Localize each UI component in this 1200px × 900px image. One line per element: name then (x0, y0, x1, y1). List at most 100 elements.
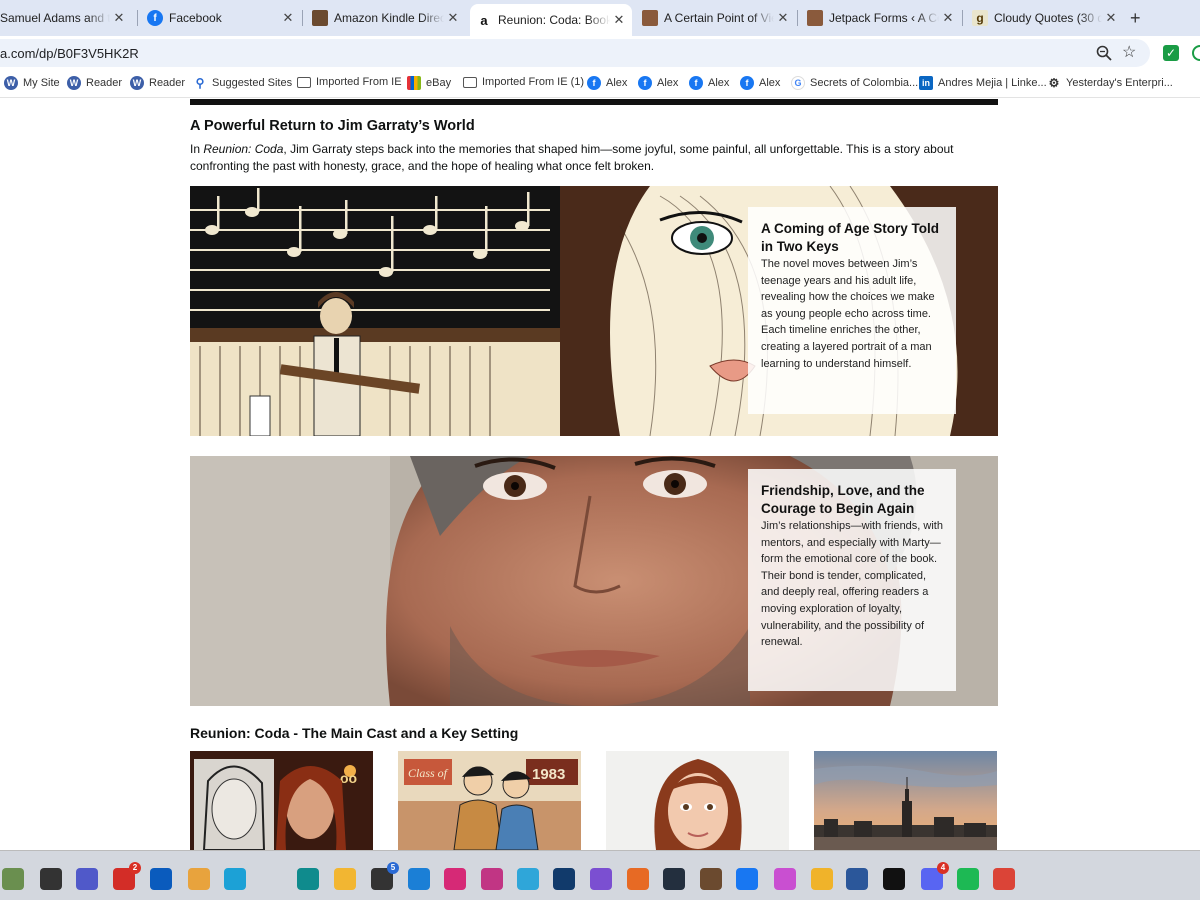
goodreads-icon: g (972, 10, 988, 26)
tab-cloudy-quotes[interactable]: g Cloudy Quotes (30 quo ✕ (966, 4, 1124, 32)
cast-image-class-of-1983: Class of 1983 (398, 751, 581, 850)
sp-icon[interactable] (883, 868, 905, 890)
widgets-icon[interactable] (2, 868, 24, 890)
bookmark-label: Reader (149, 77, 186, 89)
bookmark-ebay[interactable]: eBay (407, 76, 451, 90)
bookmark-imported-from-ie-1[interactable]: Imported From IE (1) (463, 76, 584, 88)
facebook-icon: f (147, 10, 163, 26)
cast-card-girl[interactable] (606, 751, 789, 850)
store-icon[interactable] (150, 868, 172, 890)
bookmark-imported-from-ie[interactable]: Imported From IE (297, 76, 402, 88)
file-explorer-icon[interactable] (334, 868, 356, 890)
bookmark-alex-2[interactable]: f Alex (638, 76, 678, 90)
banner1-body: The novel moves between Jim’s teenage ye… (761, 258, 935, 370)
facebook-icon[interactable] (736, 868, 758, 890)
wordpress-icon: W (67, 76, 81, 90)
tab-title: A Certain Point of View (664, 11, 774, 25)
tab-close-icon[interactable]: ✕ (1102, 10, 1120, 26)
extension-icon[interactable] (1192, 45, 1200, 61)
ebay-icon (407, 76, 421, 90)
kobo-icon[interactable] (517, 868, 539, 890)
windows-taskbar: 2 5 4 (0, 850, 1200, 900)
cast-image-women: oo (190, 751, 373, 850)
tab-kdp[interactable]: Amazon Kindle Direct P ✕ (306, 4, 466, 32)
tab-samuel-adams[interactable]: Samuel Adams and the ✕ (0, 4, 132, 32)
notification-badge: 4 (937, 862, 949, 874)
tab-separator (962, 10, 963, 26)
tab-title: Reunion: Coda: Book 2 (498, 13, 610, 27)
notification-badge: 2 (129, 862, 141, 874)
task-view-icon[interactable] (40, 868, 62, 890)
tab-close-icon[interactable]: ✕ (110, 10, 128, 26)
bookmark-reader-2[interactable]: W Reader (130, 76, 185, 90)
instagram-icon[interactable] (444, 868, 466, 890)
tab-facebook[interactable]: f Facebook ✕ (141, 4, 301, 32)
instagram-icon[interactable] (481, 868, 503, 890)
tab-close-icon[interactable]: ✕ (444, 10, 462, 26)
kdp-icon[interactable] (700, 868, 722, 890)
tab-close-icon[interactable]: ✕ (774, 10, 792, 26)
address-bar[interactable]: a.com/dp/B0F3V5HK2R ☆ (0, 39, 1150, 67)
cast-heading: Reunion: Coda - The Main Cast and a Key … (190, 725, 519, 741)
cast-card-city[interactable] (814, 751, 997, 850)
cast-card-text: Class of (408, 766, 449, 780)
tab-title: Amazon Kindle Direct P (334, 11, 444, 25)
cast-card-women[interactable]: oo (190, 751, 373, 850)
bookmark-suggested-sites[interactable]: ⚲ Suggested Sites (193, 76, 293, 90)
notification-badge: 5 (387, 862, 399, 874)
bookmark-star-icon[interactable]: ☆ (1122, 42, 1136, 62)
new-tab-button[interactable]: + (1130, 8, 1141, 29)
bookmark-my-site[interactable]: W My Site (4, 76, 60, 90)
zoom-icon[interactable] (1095, 44, 1113, 62)
alexa-icon[interactable] (224, 868, 246, 890)
discord-icon[interactable]: 4 (921, 862, 949, 890)
wordpress-icon: W (130, 76, 144, 90)
tab-certain-point-of-view[interactable]: A Certain Point of View ✕ (636, 4, 796, 32)
amazon-app-icon[interactable] (297, 868, 319, 890)
bookmark-alex-3[interactable]: f Alex (689, 76, 729, 90)
bookmark-secrets-of-colombia[interactable]: G Secrets of Colombia... (791, 76, 918, 90)
cast-card-text: 1983 (532, 766, 565, 783)
tab-title: Samuel Adams and the (0, 11, 110, 25)
tab-close-icon[interactable]: ✕ (939, 10, 957, 26)
bookmark-linkedin[interactable]: in Andres Mejia | Linke... (919, 76, 1047, 90)
folder-icon (297, 76, 311, 88)
spotify-icon[interactable] (957, 868, 979, 890)
edge-icon[interactable] (408, 868, 430, 890)
url-text[interactable]: a.com/dp/B0F3V5HK2R (0, 46, 139, 61)
bookmark-label: Alex (759, 77, 781, 89)
edge-canary-icon[interactable] (188, 868, 210, 890)
folder-icon (463, 76, 477, 88)
kindle-previewer-icon[interactable]: 5 (371, 862, 399, 890)
disney-plus-icon[interactable] (553, 868, 575, 890)
linkedin-icon: in (919, 76, 933, 90)
tab-separator (302, 10, 303, 26)
extension-check-icon[interactable]: ✓ (1163, 45, 1179, 61)
tab-reunion-coda[interactable]: a Reunion: Coda: Book 2 ✕ (470, 4, 632, 36)
lastpass-icon[interactable]: 2 (113, 862, 141, 890)
bookmark-label: My Site (23, 77, 60, 89)
product-page: A Powerful Return to Jim Garraty’s World… (0, 99, 1200, 850)
bookmarks-bar: W My Site W Reader W Reader ⚲ Suggested Site… (0, 70, 1200, 98)
edge-dev-icon[interactable] (811, 868, 833, 890)
bookmark-label: Alex (657, 77, 679, 89)
book-icon (642, 10, 658, 26)
firefox-icon[interactable] (627, 868, 649, 890)
chrome-icon[interactable] (993, 868, 1015, 890)
cast-card-boys[interactable]: Class of 1983 (398, 751, 581, 850)
tab-jetpack-forms[interactable]: Jetpack Forms ‹ A Certa ✕ (801, 4, 961, 32)
tab-close-icon[interactable]: ✕ (279, 10, 297, 26)
teams-icon[interactable] (76, 868, 98, 890)
amazon-icon[interactable] (663, 868, 685, 890)
copilot-app-icon[interactable] (774, 868, 796, 890)
tab-close-icon[interactable]: ✕ (610, 12, 628, 28)
bookmark-yesterdays-enterprise[interactable]: ⚙ Yesterday's Enterpri... (1047, 76, 1173, 90)
bookmark-reader[interactable]: W Reader (67, 76, 122, 90)
intro-paragraph: In Reunion: Coda, Jim Garraty steps back… (190, 141, 980, 175)
word-icon[interactable] (846, 868, 868, 890)
book-icon (807, 10, 823, 26)
bookmark-alex[interactable]: f Alex (587, 76, 627, 90)
banner1-text-box: A Coming of Age Story Told in Two Keys T… (748, 207, 956, 414)
bookmark-alex-4[interactable]: f Alex (740, 76, 780, 90)
copilot-icon[interactable] (590, 868, 612, 890)
